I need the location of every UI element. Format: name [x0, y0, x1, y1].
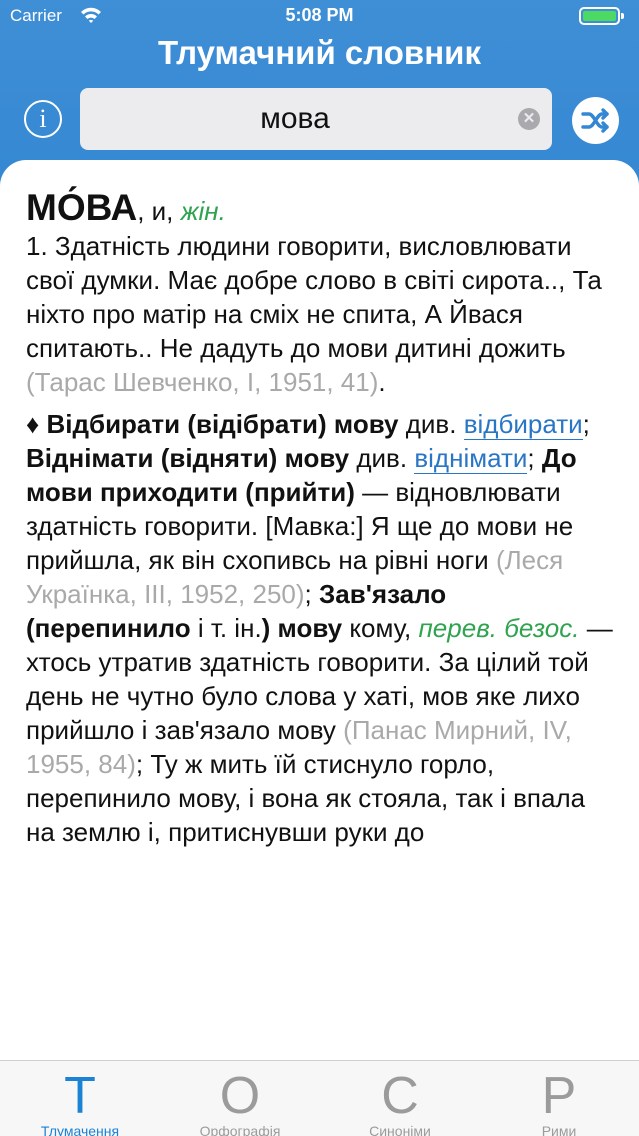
- headword: МО́ВА: [26, 187, 138, 228]
- usage-label: перев. безос.: [418, 613, 580, 643]
- idiom-variant-note: і т. ін.: [190, 613, 262, 643]
- tab-synonimy[interactable]: С Синоніми: [320, 1061, 480, 1136]
- article-panel: МО́ВА, и, жін. 1. Здатність людини говор…: [0, 160, 639, 1060]
- entry-heading: МО́ВА, и, жін.: [26, 187, 613, 229]
- sense-number: 1.: [26, 231, 55, 261]
- cross-reference-link[interactable]: віднімати: [414, 443, 528, 474]
- grammar-info: , и,: [137, 196, 181, 226]
- cross-reference-link[interactable]: відбирати: [463, 409, 583, 440]
- tab-label: Орфографія: [199, 1123, 281, 1136]
- punctuation: .: [378, 367, 386, 397]
- see-also-label: див.: [349, 443, 415, 473]
- status-time: 5:08 PM: [285, 5, 354, 25]
- tab-label: Тлумачення: [40, 1123, 120, 1136]
- tab-glyph-icon: Т: [64, 1067, 96, 1125]
- info-button[interactable]: i: [24, 100, 62, 138]
- gender-label: жін.: [180, 196, 226, 226]
- punctuation: ;: [582, 409, 590, 439]
- government-note: кому,: [342, 613, 419, 643]
- tab-orfohrafiia[interactable]: О Орфографія: [160, 1061, 320, 1136]
- battery-icon: [579, 7, 625, 25]
- shuffle-button[interactable]: [572, 97, 619, 144]
- idiom-phrase: Відбирати (відібрати) мову: [46, 409, 399, 439]
- clear-icon[interactable]: ✕: [518, 108, 540, 130]
- idiom-phrase: Віднімати (відняти) мову: [26, 443, 350, 473]
- shuffle-icon: [581, 108, 609, 133]
- tab-tlumachennia[interactable]: Т Тлумачення: [0, 1061, 160, 1136]
- diamond-icon: ♦: [26, 409, 47, 439]
- tab-label: Рими: [541, 1123, 577, 1136]
- search-input[interactable]: мова: [80, 88, 510, 150]
- see-also-label: див.: [398, 409, 464, 439]
- info-icon: i: [39, 104, 47, 133]
- punctuation: ;: [527, 443, 542, 473]
- idiom-phrase: ) мову: [261, 613, 343, 643]
- app-title: Тлумачний словник: [158, 34, 481, 71]
- idioms-paragraph: ♦ Відбирати (відібрати) мову див. відбир…: [26, 407, 613, 849]
- definition-paragraph: 1. Здатність людини говорити, висловлюва…: [26, 229, 613, 399]
- quote-source: (Тарас Шевченко, І, 1951, 41): [26, 367, 379, 397]
- tab-glyph-icon: С: [381, 1067, 419, 1125]
- tab-glyph-icon: О: [219, 1067, 261, 1125]
- tab-bar: Т Тлумачення О Орфографія С Синоніми Р Р…: [0, 1060, 639, 1136]
- tab-label: Синоніми: [369, 1123, 431, 1136]
- tab-glyph-icon: Р: [541, 1067, 577, 1125]
- search-field[interactable]: мова ✕: [80, 88, 552, 150]
- punctuation: ;: [304, 579, 319, 609]
- status-bar: Carrier 5:08 PM: [0, 0, 639, 32]
- tab-rymy[interactable]: Р Рими: [479, 1061, 639, 1136]
